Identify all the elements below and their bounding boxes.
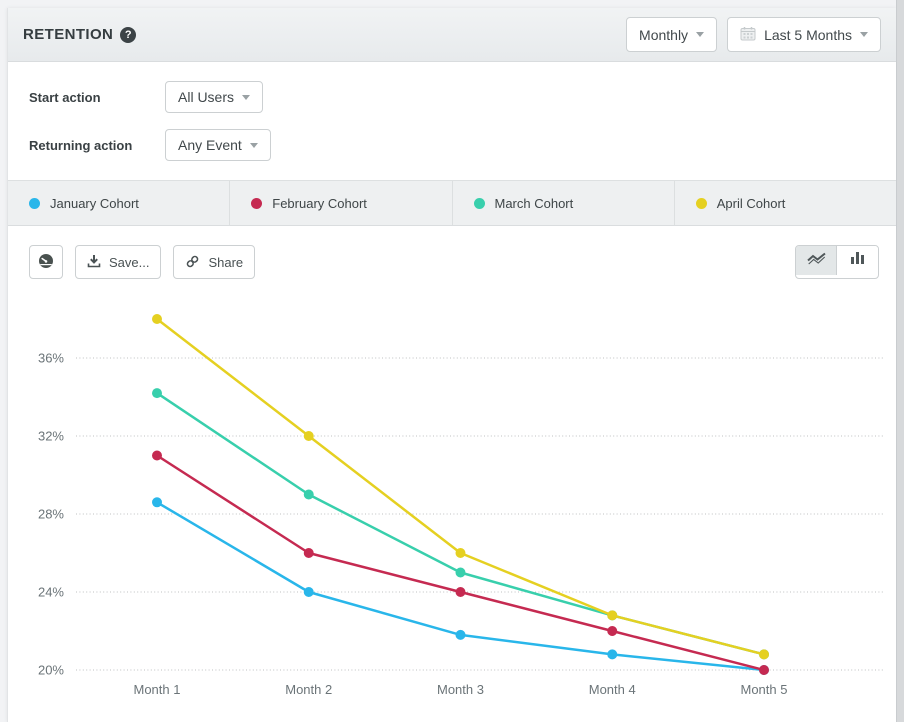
interval-dropdown-value: Monthly — [639, 28, 688, 42]
share-button-label: Share — [208, 256, 243, 269]
svg-text:24%: 24% — [38, 585, 64, 600]
bar-chart-toggle[interactable] — [837, 246, 878, 275]
returning-action-label: Returning action — [29, 138, 165, 153]
series-color-dot — [696, 198, 707, 209]
chart-type-toggle — [795, 245, 879, 279]
start-action-value: All Users — [178, 90, 234, 104]
returning-action-dropdown[interactable]: Any Event — [165, 129, 271, 161]
svg-text:32%: 32% — [38, 429, 64, 444]
retention-line-chart: 20% 24% 28% 32% 36% Month 1 Month 2 Month 3 Mont… — [8, 251, 897, 720]
filters-panel: Start action All Users Returning action … — [8, 62, 896, 180]
save-button-label: Save... — [109, 256, 149, 269]
legend-item-february[interactable]: February Cohort — [230, 181, 452, 225]
cohort-legend: January Cohort February Cohort March Coh… — [8, 180, 896, 226]
date-range-dropdown[interactable]: Last 5 Months — [727, 17, 881, 52]
download-icon — [87, 254, 101, 270]
series-color-dot — [29, 198, 40, 209]
line-chart-icon — [806, 251, 827, 271]
caret-down-icon — [860, 32, 868, 37]
window-scrollbar-track[interactable] — [896, 0, 904, 722]
link-icon — [185, 254, 200, 271]
chart-panel: Save... Share — [8, 226, 896, 720]
svg-text:20%: 20% — [38, 663, 64, 678]
svg-text:Month 2: Month 2 — [285, 682, 332, 697]
line-chart-toggle[interactable] — [796, 246, 837, 275]
start-action-label: Start action — [29, 90, 165, 105]
svg-text:Month 3: Month 3 — [437, 682, 484, 697]
svg-text:Month 4: Month 4 — [589, 682, 636, 697]
legend-label: January Cohort — [50, 196, 139, 211]
report-header: RETENTION ? Monthly Last 5 Months — [8, 8, 896, 62]
legend-label: April Cohort — [717, 196, 786, 211]
help-icon[interactable]: ? — [120, 27, 136, 43]
svg-text:Month 5: Month 5 — [741, 682, 788, 697]
svg-text:36%: 36% — [38, 351, 64, 366]
dashboard-gauge-icon — [38, 253, 54, 271]
caret-down-icon — [250, 143, 258, 148]
share-button[interactable]: Share — [173, 245, 255, 279]
calendar-icon — [740, 26, 756, 43]
svg-text:28%: 28% — [38, 507, 64, 522]
chart-toolbar: Save... Share — [29, 245, 879, 279]
page-title: RETENTION — [23, 26, 113, 43]
returning-action-value: Any Event — [178, 138, 242, 152]
legend-label: February Cohort — [272, 196, 367, 211]
interval-dropdown[interactable]: Monthly — [626, 17, 717, 52]
series-color-dot — [474, 198, 485, 209]
caret-down-icon — [242, 95, 250, 100]
add-to-dashboard-button[interactable] — [29, 245, 63, 279]
series-color-dot — [251, 198, 262, 209]
legend-item-april[interactable]: April Cohort — [675, 181, 896, 225]
bar-chart-icon — [850, 251, 866, 270]
legend-item-january[interactable]: January Cohort — [8, 181, 230, 225]
date-range-value: Last 5 Months — [764, 28, 852, 42]
retention-report-card: RETENTION ? Monthly Last 5 Months Start … — [7, 8, 896, 722]
start-action-dropdown[interactable]: All Users — [165, 81, 263, 113]
legend-item-march[interactable]: March Cohort — [453, 181, 675, 225]
svg-text:Month 1: Month 1 — [134, 682, 181, 697]
legend-label: March Cohort — [495, 196, 574, 211]
caret-down-icon — [696, 32, 704, 37]
save-button[interactable]: Save... — [75, 245, 161, 279]
